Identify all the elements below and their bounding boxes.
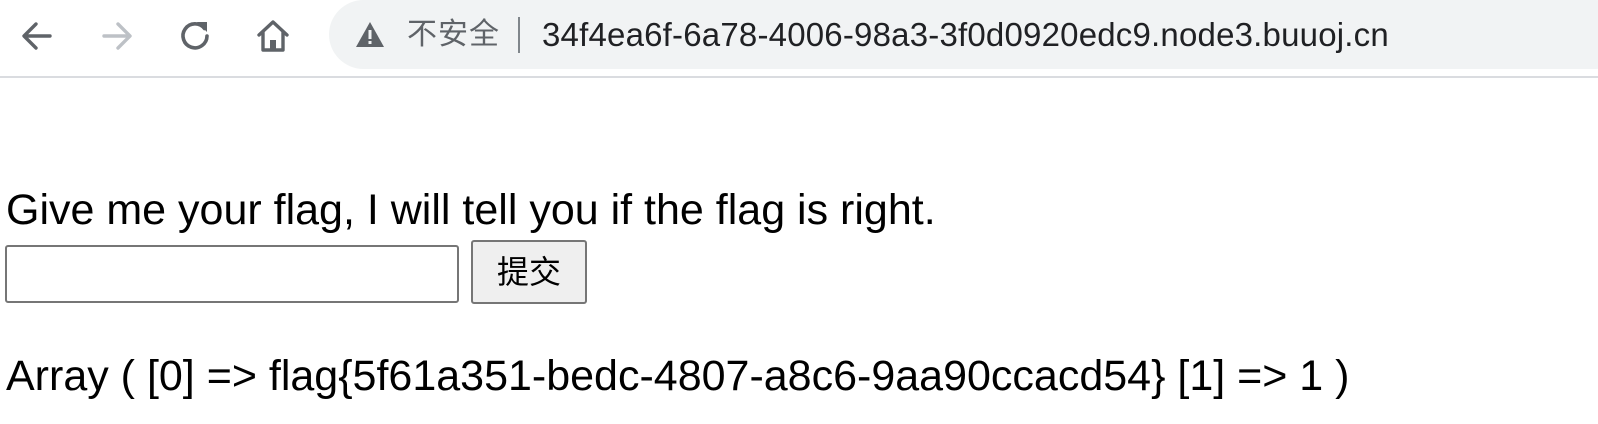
browser-toolbar: 不安全 34f4ea6f-6a78-4006-98a3-3f0d0920edc9… [0, 0, 1598, 78]
reload-button[interactable] [173, 14, 217, 58]
arrow-left-icon [22, 22, 52, 50]
arrow-right-icon [102, 22, 132, 50]
submit-button[interactable]: 提交 [471, 240, 587, 304]
flag-input[interactable] [5, 245, 459, 303]
home-button[interactable] [251, 14, 295, 58]
home-icon [257, 20, 289, 52]
address-divider [518, 16, 520, 53]
forward-button[interactable] [95, 14, 139, 58]
security-status-label[interactable]: 不安全 [407, 19, 500, 50]
warning-triangle-icon[interactable] [355, 20, 385, 50]
result-output: Array ( [0] => flag{5f61a351-bedc-4807-a… [6, 352, 1350, 400]
back-button[interactable] [15, 14, 59, 58]
prompt-text: Give me your flag, I will tell you if th… [6, 186, 936, 234]
address-bar[interactable]: 不安全 34f4ea6f-6a78-4006-98a3-3f0d0920edc9… [329, 0, 1598, 69]
url-text[interactable]: 34f4ea6f-6a78-4006-98a3-3f0d0920edc9.nod… [542, 18, 1389, 51]
reload-icon [181, 22, 209, 50]
